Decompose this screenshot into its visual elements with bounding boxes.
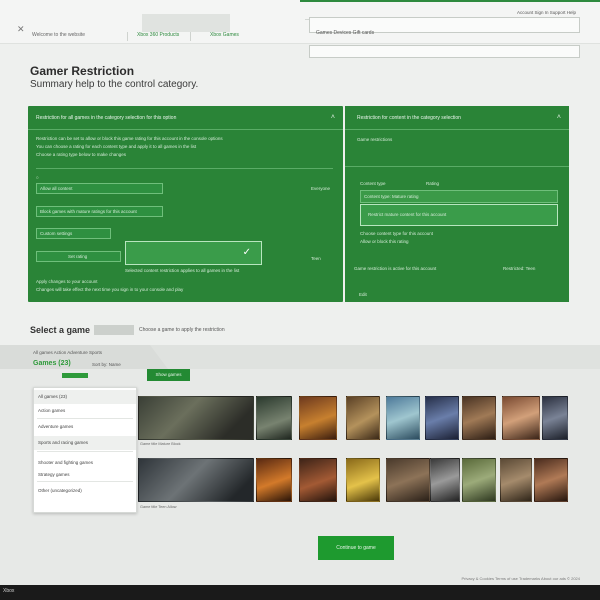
- tile-caption: Game title Mature Block: [140, 442, 181, 446]
- chevron-up-icon[interactable]: ˄: [331, 114, 335, 121]
- category-dropdown[interactable]: All games (23) Action games Adventure ga…: [33, 387, 137, 513]
- selected-note: Selected content restriction applies to …: [125, 268, 240, 273]
- dropdown-item[interactable]: Sports and racing games: [34, 436, 136, 450]
- footer-legal-links[interactable]: Privacy & Cookies Terms of use Trademark…: [200, 576, 580, 584]
- panel-left-footer: Changes will take effect the next time y…: [36, 287, 184, 292]
- game-tile[interactable]: [502, 396, 540, 440]
- footer-bar: [0, 585, 600, 600]
- game-tile[interactable]: [346, 458, 380, 502]
- panel-left-line: Choose a rating type below to make chang…: [36, 152, 127, 157]
- game-tile[interactable]: [256, 458, 292, 502]
- option-set-rating-label: Set rating: [68, 254, 88, 259]
- game-tile[interactable]: [500, 458, 532, 502]
- game-tile[interactable]: [542, 396, 568, 440]
- dropdown-divider: [37, 481, 133, 482]
- panel-right-sub: Game restrictions: [357, 137, 393, 142]
- panel-left-line: Restriction can be set to allow or block…: [36, 136, 223, 141]
- top-accent-line: [300, 0, 600, 2]
- panel-left-header[interactable]: Restriction for all games in the categor…: [28, 106, 343, 130]
- divider: [36, 168, 333, 169]
- dropdown-item[interactable]: Action games: [34, 404, 136, 418]
- label-rating: Rating: [426, 181, 440, 186]
- top-link-games[interactable]: Xbox Games: [210, 32, 239, 38]
- game-tile[interactable]: [138, 396, 254, 440]
- game-tile[interactable]: [425, 396, 459, 440]
- dropdown-divider: [37, 418, 133, 419]
- secondary-search-input[interactable]: [309, 45, 580, 58]
- option-allow-all-label: Allow all content: [40, 186, 73, 191]
- game-tile[interactable]: [462, 458, 496, 502]
- option-set-rating-value: Teen: [311, 256, 321, 261]
- dropdown-divider: [37, 451, 133, 452]
- dropdown-item[interactable]: All games (23): [34, 390, 136, 404]
- sort-filter[interactable]: Sort by: Name: [92, 362, 121, 367]
- search-placeholder: Games Devices Gift cards: [316, 30, 375, 36]
- panel-right-title: Restriction for content in the category …: [357, 115, 461, 121]
- games-count-label: Games (23): [33, 360, 71, 367]
- game-tile[interactable]: [462, 396, 496, 440]
- game-tile[interactable]: [138, 458, 254, 502]
- section-hint: Choose a game to apply the restriction: [139, 327, 225, 333]
- top-link-divider: [190, 32, 191, 41]
- game-tile[interactable]: [386, 458, 430, 502]
- chevron-up-icon[interactable]: ˄: [557, 114, 561, 121]
- content-type-value: Content type: Mature rating: [364, 194, 419, 199]
- genre-filters[interactable]: All games Action Adventure Sports: [33, 350, 102, 355]
- section-title: Select a game: [30, 325, 91, 335]
- game-tile[interactable]: [299, 458, 337, 502]
- game-tile[interactable]: [534, 458, 568, 502]
- panel-right-note: Choose content type for this account: [360, 231, 434, 236]
- selected-content-label: Restrict mature content for this account: [368, 212, 447, 217]
- footer-brand[interactable]: Xbox: [3, 588, 14, 594]
- dropdown-item[interactable]: Strategy games: [34, 468, 136, 482]
- panel-left-footer: Apply changes to your account: [36, 279, 98, 284]
- panel-right-note: Allow or block this rating: [360, 239, 409, 244]
- game-tile[interactable]: [256, 396, 292, 440]
- game-tile[interactable]: [430, 458, 460, 502]
- xbox-logo-icon[interactable]: ✕: [17, 24, 27, 34]
- games-count-underline: [62, 373, 88, 378]
- dropdown-item[interactable]: Other (uncategorized): [34, 484, 136, 498]
- game-tile[interactable]: [299, 396, 337, 440]
- restriction-status-value: Restricted: Teen: [503, 266, 536, 271]
- header-banner: [142, 14, 230, 32]
- dropdown-item[interactable]: Adventure games: [34, 420, 136, 434]
- divider: [345, 166, 569, 167]
- label-content-type: Content type: [360, 181, 386, 186]
- top-link-divider: [127, 32, 128, 41]
- filter-band-shape: [150, 345, 600, 369]
- tile-caption: Game title Teen Allow: [140, 505, 177, 509]
- option-radio-icon[interactable]: ○: [36, 175, 39, 180]
- option-allow-all-value: Everyone: [311, 186, 331, 191]
- panel-right-header[interactable]: Restriction for content in the category …: [345, 106, 569, 130]
- game-tile[interactable]: [346, 396, 380, 440]
- game-tile[interactable]: [386, 396, 420, 440]
- restriction-status: Game restriction is active for this acco…: [354, 266, 437, 271]
- show-games-button[interactable]: Show games: [147, 369, 190, 381]
- panel-left-title: Restriction for all games in the categor…: [36, 115, 177, 121]
- option-block-mature-label: Block games with mature ratings for this…: [40, 209, 137, 214]
- selected-option-box[interactable]: ✓: [125, 241, 262, 265]
- continue-button[interactable]: Continue to game: [318, 536, 394, 560]
- edit-link[interactable]: Edit: [359, 292, 367, 297]
- panel-left-line: You can choose a rating for each content…: [36, 144, 197, 149]
- top-link-welcome[interactable]: Welcome to the website: [32, 32, 85, 38]
- section-badge: [94, 325, 134, 335]
- page-subtitle: Summary help to the control category.: [30, 79, 199, 90]
- top-link-products[interactable]: Xbox 360 Products: [137, 32, 179, 38]
- checkmark-icon: ✓: [242, 247, 251, 258]
- option-custom-label: Custom settings: [40, 231, 73, 236]
- page-title: Gamer Restriction: [30, 64, 135, 78]
